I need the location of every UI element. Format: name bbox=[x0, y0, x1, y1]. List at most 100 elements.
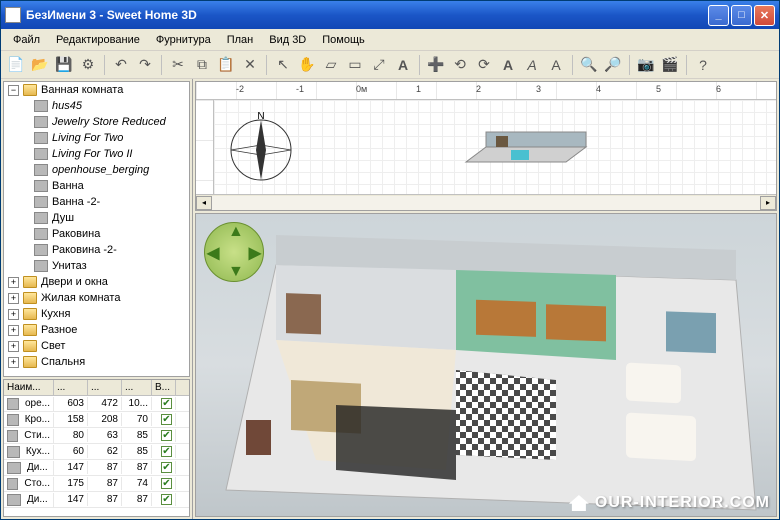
tree-item[interactable]: Раковина -2- bbox=[4, 242, 189, 258]
tree-root[interactable]: −Ванная комната bbox=[4, 82, 189, 98]
col-width[interactable]: ... bbox=[54, 380, 88, 395]
compass-icon[interactable]: N bbox=[226, 112, 296, 182]
expand-icon[interactable]: + bbox=[8, 357, 19, 368]
tree-item[interactable]: openhouse_berging bbox=[4, 162, 189, 178]
nav-right-icon[interactable]: ▶ bbox=[249, 243, 261, 263]
maximize-button[interactable]: □ bbox=[731, 5, 752, 26]
nav-control[interactable]: ▲ ▼ ◀ ▶ bbox=[204, 222, 264, 282]
cell-visible[interactable]: ✔ bbox=[152, 493, 176, 507]
tree-sibling[interactable]: +Разное bbox=[4, 322, 189, 338]
tree-sibling[interactable]: +Жилая комната bbox=[4, 290, 189, 306]
tree-item[interactable]: Jewelry Store Reduced bbox=[4, 114, 189, 130]
redo-icon[interactable]: ↷ bbox=[134, 54, 156, 76]
scroll-right-icon[interactable]: ▸ bbox=[760, 196, 776, 210]
menu-plan[interactable]: План bbox=[219, 32, 262, 48]
snapshot-icon[interactable]: 🎬 bbox=[659, 54, 681, 76]
tree-item[interactable]: Living For Two II bbox=[4, 146, 189, 162]
cell-visible[interactable]: ✔ bbox=[152, 461, 176, 475]
tree-sibling[interactable]: +Спальня bbox=[4, 354, 189, 370]
text-italic-icon[interactable]: A bbox=[521, 54, 543, 76]
text-size-icon[interactable]: A bbox=[545, 54, 567, 76]
new-file-icon[interactable]: 📄 bbox=[5, 54, 27, 76]
open-icon[interactable]: 📂 bbox=[29, 54, 51, 76]
checkbox-icon[interactable]: ✔ bbox=[161, 430, 172, 441]
scroll-left-icon[interactable]: ◂ bbox=[196, 196, 212, 210]
cell-visible[interactable]: ✔ bbox=[152, 413, 176, 427]
room-icon[interactable]: ▭ bbox=[344, 54, 366, 76]
add-furniture-icon[interactable]: ➕ bbox=[425, 54, 447, 76]
title-bar[interactable]: БезИмени 3 - Sweet Home 3D _ □ ✕ bbox=[1, 1, 779, 29]
zoom-out-icon[interactable]: 🔎 bbox=[602, 54, 624, 76]
table-row[interactable]: Кро...15820870✔ bbox=[4, 412, 189, 428]
col-height[interactable]: ... bbox=[122, 380, 152, 395]
expand-icon[interactable]: + bbox=[8, 277, 19, 288]
save-icon[interactable]: 💾 bbox=[53, 54, 75, 76]
expand-icon[interactable]: + bbox=[8, 293, 19, 304]
delete-icon[interactable]: ✕ bbox=[239, 54, 261, 76]
expand-icon[interactable]: + bbox=[8, 325, 19, 336]
scrollbar-horizontal[interactable]: ◂ ▸ bbox=[196, 194, 776, 210]
select-icon[interactable]: ↖ bbox=[272, 54, 294, 76]
collapse-icon[interactable]: − bbox=[8, 85, 19, 96]
tree-item[interactable]: Унитаз bbox=[4, 258, 189, 274]
minimize-button[interactable]: _ bbox=[708, 5, 729, 26]
walls-icon[interactable]: ▱ bbox=[320, 54, 342, 76]
table-row[interactable]: Сто...1758774✔ bbox=[4, 476, 189, 492]
cell-visible[interactable]: ✔ bbox=[152, 445, 176, 459]
checkbox-icon[interactable]: ✔ bbox=[161, 462, 172, 473]
text-bold-icon[interactable]: A bbox=[497, 54, 519, 76]
cell-visible[interactable]: ✔ bbox=[152, 429, 176, 443]
table-row[interactable]: Кух...606285✔ bbox=[4, 444, 189, 460]
menu-furniture[interactable]: Фурнитура bbox=[148, 32, 219, 48]
view-3d[interactable]: ▲ ▼ ◀ ▶ bbox=[195, 213, 777, 517]
copy-icon[interactable]: ⧉ bbox=[191, 54, 213, 76]
cell-visible[interactable]: ✔ bbox=[152, 477, 176, 491]
camera-icon[interactable]: 📷 bbox=[635, 54, 657, 76]
pan-icon[interactable]: ✋ bbox=[296, 54, 318, 76]
checkbox-icon[interactable]: ✔ bbox=[161, 446, 172, 457]
tree-sibling[interactable]: +Двери и окна bbox=[4, 274, 189, 290]
tree-item[interactable]: Ванна -2- bbox=[4, 194, 189, 210]
col-depth[interactable]: ... bbox=[88, 380, 122, 395]
col-visible[interactable]: В... bbox=[152, 380, 176, 395]
furniture-tree[interactable]: −Ванная комната hus45 Jewelry Store Redu… bbox=[3, 81, 190, 377]
tree-item[interactable]: Раковина bbox=[4, 226, 189, 242]
checkbox-icon[interactable]: ✔ bbox=[161, 478, 172, 489]
checkbox-icon[interactable]: ✔ bbox=[161, 414, 172, 425]
checkbox-icon[interactable]: ✔ bbox=[161, 398, 172, 409]
tree-item[interactable]: Ванна bbox=[4, 178, 189, 194]
paste-icon[interactable]: 📋 bbox=[215, 54, 237, 76]
plan-2d-view[interactable]: -2 -1 0м 1 2 3 4 5 6 bbox=[195, 81, 777, 211]
menu-3dview[interactable]: Вид 3D bbox=[261, 32, 314, 48]
tree-item[interactable]: hus45 bbox=[4, 98, 189, 114]
nav-left-icon[interactable]: ◀ bbox=[207, 243, 219, 263]
tree-item[interactable]: Living For Two bbox=[4, 130, 189, 146]
dimension-icon[interactable]: ⤢ bbox=[368, 54, 390, 76]
text-icon[interactable]: A bbox=[392, 54, 414, 76]
nav-down-icon[interactable]: ▼ bbox=[228, 263, 244, 281]
furniture-table[interactable]: Наим... ... ... ... В... оре...60347210.… bbox=[3, 379, 190, 517]
tree-sibling[interactable]: +Кухня bbox=[4, 306, 189, 322]
expand-icon[interactable]: + bbox=[8, 309, 19, 320]
close-button[interactable]: ✕ bbox=[754, 5, 775, 26]
table-row[interactable]: Ди...1478787✔ bbox=[4, 460, 189, 476]
table-row[interactable]: оре...60347210...✔ bbox=[4, 396, 189, 412]
scroll-track[interactable] bbox=[212, 196, 760, 210]
preferences-icon[interactable]: ⚙ bbox=[77, 54, 99, 76]
table-row[interactable]: Сти...806385✔ bbox=[4, 428, 189, 444]
rotate-right-icon[interactable]: ⟳ bbox=[473, 54, 495, 76]
menu-file[interactable]: Файл bbox=[5, 32, 48, 48]
tree-sibling[interactable]: +Свет bbox=[4, 338, 189, 354]
cell-visible[interactable]: ✔ bbox=[152, 397, 176, 411]
cut-icon[interactable]: ✂ bbox=[167, 54, 189, 76]
table-row[interactable]: Ди...1478787✔ bbox=[4, 492, 189, 508]
nav-up-icon[interactable]: ▲ bbox=[228, 223, 244, 241]
menu-help[interactable]: Помощь bbox=[314, 32, 373, 48]
expand-icon[interactable]: + bbox=[8, 341, 19, 352]
rotate-left-icon[interactable]: ⟲ bbox=[449, 54, 471, 76]
menu-edit[interactable]: Редактирование bbox=[48, 32, 148, 48]
col-name[interactable]: Наим... bbox=[4, 380, 54, 395]
zoom-in-icon[interactable]: 🔍 bbox=[578, 54, 600, 76]
undo-icon[interactable]: ↶ bbox=[110, 54, 132, 76]
tree-item[interactable]: Душ bbox=[4, 210, 189, 226]
